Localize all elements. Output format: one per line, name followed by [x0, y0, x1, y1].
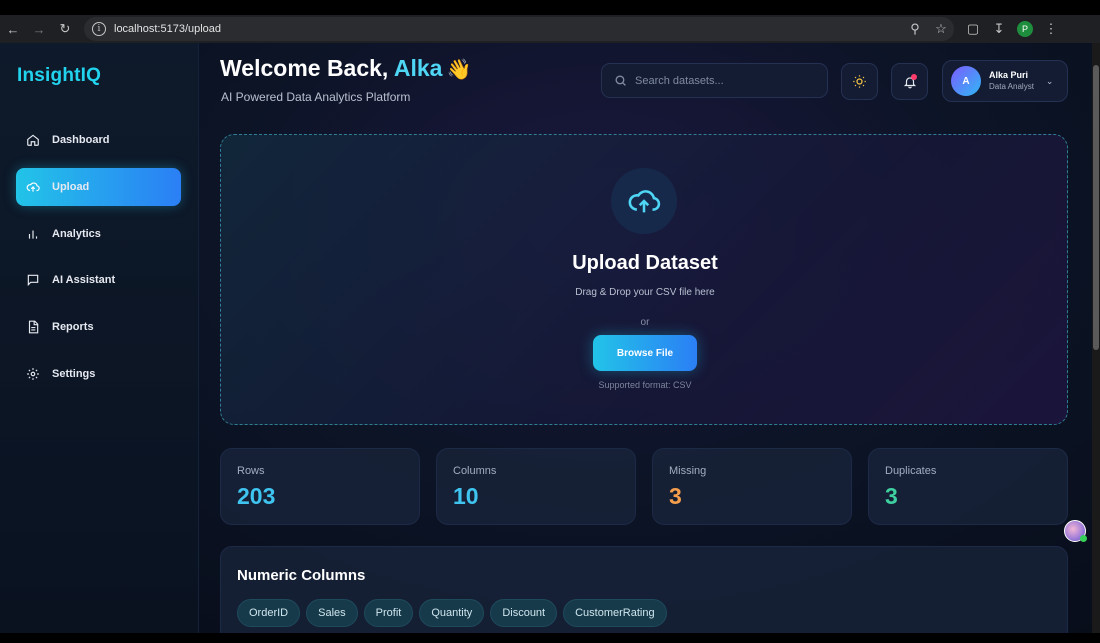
chevron-down-icon[interactable]: ⌄ — [1046, 76, 1054, 87]
online-status-dot — [1080, 535, 1087, 542]
home-icon — [27, 134, 39, 146]
sidebar-item-label: Analytics — [52, 228, 101, 240]
numeric-columns-card: Numeric Columns OrderID Sales Profit Qua… — [220, 546, 1068, 633]
upload-hint: Drag & Drop your CSV file here — [575, 287, 715, 298]
welcome-prefix: Welcome Back, — [220, 55, 389, 81]
chat-icon — [27, 274, 39, 287]
url-text[interactable]: localhost:5173/upload — [114, 23, 221, 35]
upload-or-divider: or — [640, 317, 650, 328]
search-icon — [615, 75, 626, 86]
sidebar-item-dashboard[interactable]: Dashboard — [16, 121, 181, 159]
stat-label: Columns — [453, 465, 497, 477]
sidebar-item-label: Reports — [52, 321, 94, 333]
notifications-button[interactable] — [891, 63, 928, 100]
upload-icon-circle — [611, 168, 677, 234]
column-chip[interactable]: CustomerRating — [563, 599, 667, 627]
stat-value: 10 — [453, 483, 479, 509]
stat-card-columns: Columns 10 — [436, 448, 636, 525]
column-chip[interactable]: Quantity — [419, 599, 485, 627]
search-input[interactable] — [635, 74, 815, 87]
sidebar-item-ai-assistant[interactable]: AI Assistant — [16, 261, 181, 299]
numeric-columns-chips: OrderID Sales Profit Quantity Discount C… — [237, 599, 673, 627]
window-bottom-bar — [0, 633, 1100, 643]
supported-format-text: Supported format: CSV — [598, 380, 692, 390]
browser-menu-icon[interactable]: ⋮ — [1038, 21, 1064, 37]
stat-card-rows: Rows 203 — [220, 448, 420, 525]
window-top-bar — [0, 0, 1100, 15]
column-chip[interactable]: Discount — [490, 599, 558, 627]
page-subtitle: AI Powered Data Analytics Platform — [221, 90, 411, 104]
document-icon — [28, 320, 39, 334]
column-chip[interactable]: OrderID — [237, 599, 301, 627]
sidebar-item-label: Dashboard — [52, 134, 110, 146]
sidebar-item-label: AI Assistant — [52, 274, 116, 286]
user-name: Alka Puri — [989, 70, 1029, 80]
page-title: Welcome Back, Alka 👋 — [220, 55, 471, 82]
stat-value: 203 — [237, 483, 276, 509]
stat-label: Missing — [669, 465, 707, 477]
forward-icon[interactable]: → — [26, 16, 52, 42]
site-info-icon[interactable]: i — [92, 22, 106, 36]
stat-label: Duplicates — [885, 465, 937, 477]
bookmark-star-icon[interactable]: ☆ — [928, 21, 954, 37]
theme-toggle-button[interactable] — [841, 63, 878, 100]
user-role: Data Analyst — [989, 82, 1034, 91]
sidebar-item-settings[interactable]: Settings — [16, 355, 181, 393]
back-icon[interactable]: ← — [0, 16, 26, 42]
numeric-columns-title: Numeric Columns — [237, 567, 366, 584]
sidebar: InsightIQ Dashboard Upload Analytics AI … — [0, 43, 199, 633]
avatar: A — [951, 66, 981, 96]
sidebar-item-label: Upload — [52, 181, 90, 193]
page-scrollbar[interactable] — [1092, 43, 1100, 633]
reload-icon[interactable]: ↻ — [52, 16, 78, 42]
search-box[interactable] — [601, 63, 828, 98]
stat-value: 3 — [885, 483, 898, 509]
sidebar-item-reports[interactable]: Reports — [16, 308, 181, 346]
browser-toolbar: ← → ↻ i localhost:5173/upload ⚲ ☆ ▢ ↧ P … — [0, 15, 1100, 43]
extensions-icon[interactable]: ▢ — [960, 21, 986, 37]
upload-cloud-icon — [26, 182, 40, 192]
sun-icon — [853, 75, 866, 88]
browser-profile-avatar[interactable]: P — [1017, 21, 1033, 37]
wave-emoji-icon: 👋 — [446, 59, 472, 81]
sidebar-item-analytics[interactable]: Analytics — [16, 215, 181, 253]
upload-dropzone[interactable]: Upload Dataset Drag & Drop your CSV file… — [220, 134, 1068, 425]
floating-assistant-avatar[interactable] — [1064, 520, 1087, 542]
browse-file-button[interactable]: Browse File — [593, 335, 697, 371]
address-bar[interactable]: i localhost:5173/upload ⚲ ☆ — [84, 17, 954, 41]
stat-card-duplicates: Duplicates 3 — [868, 448, 1068, 525]
download-icon[interactable]: ↧ — [986, 21, 1012, 37]
user-menu[interactable]: A Alka Puri Data Analyst ⌄ — [942, 60, 1068, 102]
zoom-icon[interactable]: ⚲ — [902, 21, 928, 37]
sidebar-item-label: Settings — [52, 368, 96, 380]
bar-chart-icon — [28, 230, 38, 239]
column-chip[interactable]: Profit — [363, 599, 414, 627]
stat-label: Rows — [237, 465, 265, 477]
app-root: InsightIQ Dashboard Upload Analytics AI … — [0, 43, 1092, 633]
app-logo[interactable]: InsightIQ — [17, 65, 101, 87]
welcome-name: Alka — [393, 55, 443, 81]
notification-badge — [911, 74, 917, 80]
column-chip[interactable]: Sales — [306, 599, 358, 627]
gear-icon — [27, 368, 39, 380]
upload-cloud-icon — [628, 190, 661, 213]
sidebar-item-upload[interactable]: Upload — [16, 168, 181, 206]
upload-title: Upload Dataset — [572, 252, 718, 274]
stat-value: 3 — [669, 483, 682, 509]
scrollbar-thumb[interactable] — [1093, 65, 1099, 350]
stat-card-missing: Missing 3 — [652, 448, 852, 525]
